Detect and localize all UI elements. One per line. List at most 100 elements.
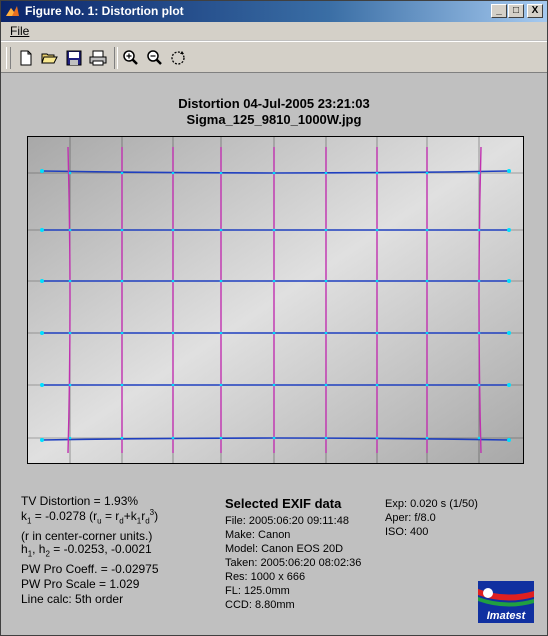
zoom-out-icon[interactable] [145,49,163,67]
detected-point [507,169,511,173]
open-folder-icon[interactable] [41,49,59,67]
detected-point [272,171,276,175]
plot-title-line1: Distortion 04-Jul-2005 23:21:03 [178,96,370,111]
detected-point [68,436,72,440]
detected-point [219,331,223,335]
toolbar [1,41,547,73]
detected-point [120,383,124,387]
detected-point [171,383,175,387]
window-title: Figure No. 1: Distortion plot [25,4,184,18]
detected-point [324,436,328,440]
exif-aperture: Aper: f/8.0 [385,512,436,524]
detected-point [68,279,72,283]
detected-point [425,331,429,335]
rotate-icon[interactable] [169,49,187,67]
imatest-logo-text: Imatest [487,610,527,622]
detected-point [272,331,276,335]
menu-file[interactable]: File [10,24,29,38]
detected-point [171,331,175,335]
detected-point [272,279,276,283]
exif-taken: Taken: 2005:06:20 08:02:36 [225,557,362,569]
detected-point [40,279,44,283]
detected-point [477,436,481,440]
detected-point [324,331,328,335]
detected-point [171,436,175,440]
detected-point [68,383,72,387]
distortion-plot [28,137,523,463]
print-icon[interactable] [89,49,107,67]
detected-point [507,331,511,335]
matlab-logo-icon [6,6,19,16]
detected-point [477,331,481,335]
h-coeff-label: h1, h2 = -0.0253, -0.0021 [21,542,152,559]
detected-point [120,436,124,440]
plot-title-line2: Sigma_125_9810_1000W.jpg [186,112,362,127]
detected-point [324,171,328,175]
exif-res: Res: 1000 x 666 [225,571,306,583]
detected-point [507,438,511,442]
detected-point [425,383,429,387]
k1-formula-label: k1 = -0.0278 (ru = rd+k1rd3) [21,508,159,526]
maximize-button[interactable]: □ [508,4,524,18]
detected-point [40,169,44,173]
detected-point [68,171,72,175]
detected-point [219,279,223,283]
detected-point [324,279,328,283]
detected-point [40,383,44,387]
zoom-in-icon[interactable] [121,49,139,67]
detected-point [375,228,379,232]
exif-ccd: CCD: 8.80mm [225,599,295,611]
exif-exposure: Exp: 0.020 s (1/50) [385,498,478,510]
detected-point [219,171,223,175]
toolbar-grip[interactable] [6,47,11,69]
detected-point [120,331,124,335]
detected-point [171,228,175,232]
detected-point [507,279,511,283]
detected-point [375,171,379,175]
detected-point [272,383,276,387]
detected-point [272,436,276,440]
detected-point [375,331,379,335]
detected-point [219,436,223,440]
detected-point [375,436,379,440]
title-bar[interactable]: Figure No. 1: Distortion plot _ □ X [1,1,547,22]
detected-point [324,383,328,387]
line-calc-label: Line calc: 5th order [21,592,124,606]
exif-iso: ISO: 400 [385,526,429,538]
detected-point [272,228,276,232]
minimize-button[interactable]: _ [491,4,507,18]
save-disk-icon[interactable] [65,49,83,67]
detected-point [477,383,481,387]
exif-fl: FL: 125.0mm [225,585,290,597]
detected-point [219,383,223,387]
detected-point [375,383,379,387]
exif-heading: Selected EXIF data [225,496,342,511]
detected-point [171,171,175,175]
detected-point [425,279,429,283]
detected-point [120,228,124,232]
pw-pro-scale-label: PW Pro Scale = 1.029 [21,577,140,591]
detected-point [507,383,511,387]
detected-point [425,171,429,175]
menu-bar: File [1,22,547,40]
detected-point [120,171,124,175]
close-button[interactable]: X [527,4,543,18]
detected-point [40,228,44,232]
detected-point [68,228,72,232]
exif-file: File: 2005:06:20 09:11:48 [225,515,349,527]
units-note-label: (r in center-corner units.) [21,529,153,543]
figure-window: Figure No. 1: Distortion plot _ □ X File [0,0,548,636]
detected-point [40,331,44,335]
detected-point [40,438,44,442]
detected-point [120,279,124,283]
image-background [28,137,523,463]
detected-point [375,279,379,283]
exif-model: Model: Canon EOS 20D [225,543,344,555]
new-document-icon[interactable] [17,49,35,67]
pw-pro-coeff-label: PW Pro Coeff. = -0.02975 [21,562,159,576]
detected-point [171,279,175,283]
toolbar-separator [114,47,118,69]
distortion-plot-axes[interactable] [27,136,524,464]
detected-point [425,436,429,440]
imatest-logo: Imatest [478,581,534,623]
